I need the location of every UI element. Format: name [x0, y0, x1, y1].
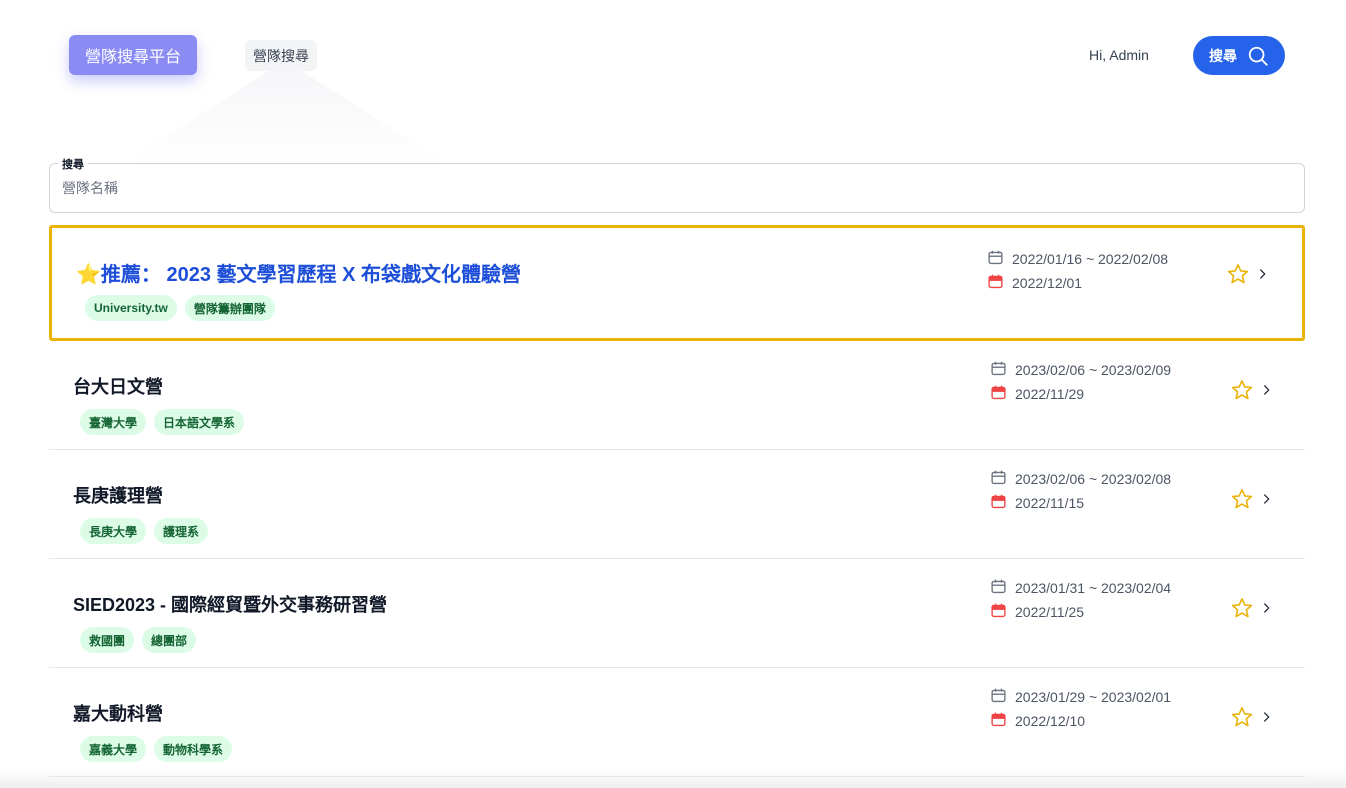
user-greeting: Hi, Admin	[1089, 47, 1149, 63]
camp-title[interactable]: ⭐推薦： 2023 藝文學習歷程 X 布袋戲文化體驗營	[76, 258, 521, 287]
camp-deadline-row: 2022/12/10	[990, 709, 1171, 733]
camp-tags: 救國團 總團部	[80, 627, 197, 653]
camp-deadline: 2022/12/01	[1012, 275, 1083, 291]
camp-tag[interactable]: 救國團	[80, 627, 135, 653]
camp-item[interactable]: SIED2023 - 國際經貿暨外交事務研習營 救國團 總團部 2023/01/3…	[49, 559, 1305, 668]
camp-actions	[1230, 378, 1274, 407]
camp-tags: 嘉義大學 動物科學系	[80, 736, 233, 762]
camp-dates: 2023/02/06 ~ 2023/02/09 2022/11/29	[990, 358, 1171, 406]
chevron-right-icon[interactable]	[1260, 707, 1274, 732]
star-outline-icon[interactable]	[1230, 487, 1254, 516]
bottom-fade	[0, 770, 1346, 788]
camp-dates: 2022/01/16 ~ 2022/02/08 2022/12/01	[987, 247, 1168, 295]
camp-tag[interactable]: University.tw	[85, 295, 177, 321]
chevron-right-icon[interactable]	[1256, 264, 1270, 289]
chevron-right-icon[interactable]	[1260, 598, 1274, 623]
nav-link-camp-search[interactable]: 營隊搜尋	[245, 40, 317, 71]
calendar-icon	[990, 687, 1007, 707]
calendar-icon	[990, 469, 1007, 489]
search-button-label: 搜尋	[1209, 47, 1237, 64]
camp-title[interactable]: 台大日文營	[73, 373, 163, 399]
camp-deadline: 2022/11/29	[1015, 386, 1085, 402]
calendar-deadline-icon	[990, 384, 1007, 404]
camp-deadline-row: 2022/11/15	[990, 491, 1171, 515]
camp-date-range: 2023/02/06 ~ 2023/02/09	[1015, 362, 1172, 378]
featured-camp-item[interactable]: ⭐推薦： 2023 藝文學習歷程 X 布袋戲文化體驗營 University.t…	[49, 225, 1305, 341]
camp-item[interactable]: 台大日文營 臺灣大學 日本語文學系 2023/02/06 ~ 2023/02/09…	[49, 341, 1305, 450]
camp-tag[interactable]: 護理系	[154, 518, 209, 544]
camp-date-range: 2023/01/31 ~ 2023/02/04	[1015, 580, 1172, 596]
camp-title[interactable]: SIED2023 - 國際經貿暨外交事務研習營	[73, 591, 387, 617]
camp-dates: 2023/02/06 ~ 2023/02/08 2022/11/15	[990, 467, 1171, 515]
camp-actions	[1226, 262, 1270, 291]
brand-home-button[interactable]: 營隊搜尋平台	[69, 35, 197, 75]
page: 營隊搜尋平台 營隊搜尋 Hi, Admin 搜尋 搜尋 ⭐推薦： 2023 藝文…	[0, 0, 1346, 788]
camp-title[interactable]: 嘉大動科營	[73, 700, 163, 726]
camp-date-range-row: 2023/02/06 ~ 2023/02/09	[990, 358, 1171, 382]
camp-tag[interactable]: 動物科學系	[154, 736, 233, 762]
camp-deadline: 2022/12/10	[1015, 713, 1086, 729]
camp-date-range-row: 2023/02/06 ~ 2023/02/08	[990, 467, 1171, 491]
nav-hover-shadow	[120, 71, 450, 166]
camp-tag[interactable]: 臺灣大學	[80, 409, 147, 435]
camp-tag[interactable]: 嘉義大學	[80, 736, 147, 762]
calendar-icon	[987, 249, 1004, 269]
chevron-right-icon[interactable]	[1260, 380, 1274, 405]
star-outline-icon[interactable]	[1230, 596, 1254, 625]
calendar-icon	[990, 578, 1007, 598]
camp-date-range-row: 2022/01/16 ~ 2022/02/08	[987, 247, 1168, 271]
camp-actions	[1230, 487, 1274, 516]
camp-item[interactable]: 長庚護理營 長庚大學 護理系 2023/02/06 ~ 2023/02/08 20…	[49, 450, 1305, 559]
camp-tags: 臺灣大學 日本語文學系	[80, 409, 245, 435]
camp-tag[interactable]: 總團部	[142, 627, 197, 653]
camp-tags: University.tw 營隊籌辦團隊	[85, 295, 275, 321]
camp-deadline: 2022/11/15	[1015, 495, 1085, 511]
camp-date-range: 2023/02/06 ~ 2023/02/08	[1015, 471, 1172, 487]
camp-deadline: 2022/11/25	[1015, 604, 1085, 620]
calendar-icon	[990, 360, 1007, 380]
camp-list: ⭐推薦： 2023 藝文學習歷程 X 布袋戲文化體驗營 University.t…	[49, 225, 1305, 777]
search-field-label: 搜尋	[58, 156, 88, 172]
camp-dates: 2023/01/31 ~ 2023/02/04 2022/11/25	[990, 576, 1171, 624]
camp-deadline-row: 2022/11/25	[990, 600, 1171, 624]
camp-tag[interactable]: 日本語文學系	[154, 409, 245, 435]
camp-deadline-row: 2022/12/01	[987, 271, 1168, 295]
camp-tag[interactable]: 長庚大學	[80, 518, 147, 544]
star-outline-icon[interactable]	[1230, 378, 1254, 407]
camp-deadline-row: 2022/11/29	[990, 382, 1171, 406]
camp-date-range: 2023/01/29 ~ 2023/02/01	[1015, 689, 1172, 705]
camp-tag[interactable]: 營隊籌辦團隊	[184, 295, 275, 321]
camp-tags: 長庚大學 護理系	[80, 518, 209, 544]
chevron-right-icon[interactable]	[1260, 489, 1274, 514]
calendar-deadline-icon	[990, 602, 1007, 622]
search-icon	[1248, 46, 1268, 66]
camp-actions	[1230, 596, 1274, 625]
calendar-deadline-icon	[990, 711, 1007, 731]
search-field	[49, 163, 1305, 213]
camp-actions	[1230, 705, 1274, 734]
search-input[interactable]	[62, 164, 1292, 212]
calendar-deadline-icon	[987, 273, 1004, 293]
camp-dates: 2023/01/29 ~ 2023/02/01 2022/12/10	[990, 685, 1171, 733]
camp-item[interactable]: 嘉大動科營 嘉義大學 動物科學系 2023/01/29 ~ 2023/02/01 …	[49, 668, 1305, 777]
star-outline-icon[interactable]	[1226, 262, 1250, 291]
star-outline-icon[interactable]	[1230, 705, 1254, 734]
camp-title[interactable]: 長庚護理營	[73, 482, 163, 508]
camp-date-range-row: 2023/01/31 ~ 2023/02/04	[990, 576, 1171, 600]
camp-date-range-row: 2023/01/29 ~ 2023/02/01	[990, 685, 1171, 709]
header-search-button[interactable]: 搜尋	[1193, 36, 1285, 75]
camp-date-range: 2022/01/16 ~ 2022/02/08	[1012, 251, 1169, 267]
calendar-deadline-icon	[990, 493, 1007, 513]
